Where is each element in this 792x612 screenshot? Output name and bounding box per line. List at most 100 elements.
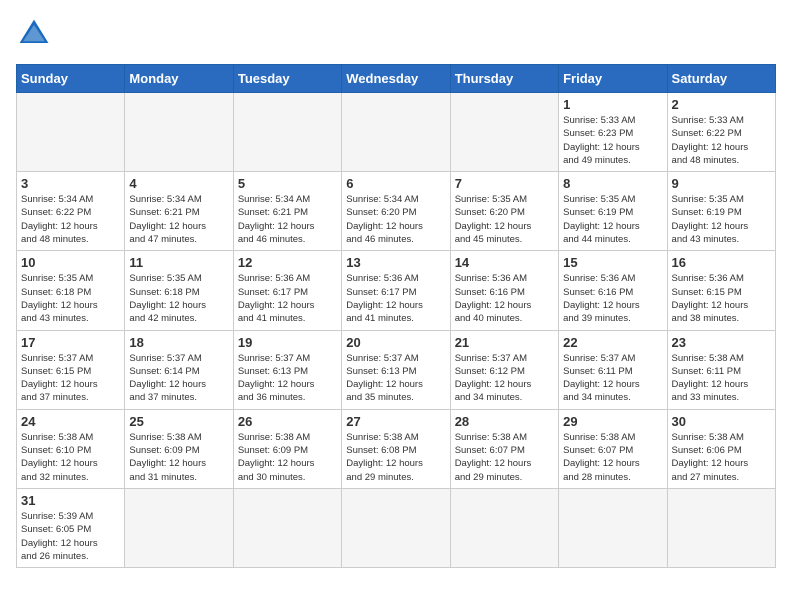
calendar-cell: 20 Sunrise: 5:37 AM Sunset: 6:13 PM Dayli… [342,330,450,409]
day-number: 30 [672,414,771,429]
day-number: 12 [238,255,337,270]
day-number: 8 [563,176,662,191]
calendar-cell: 8 Sunrise: 5:35 AM Sunset: 6:19 PM Daylig… [559,172,667,251]
day-number: 25 [129,414,228,429]
day-info: Sunrise: 5:36 AM Sunset: 6:15 PM Dayligh… [672,272,771,325]
calendar-cell: 1Sunrise: 5:33 AM Sunset: 6:23 PM Daylig… [559,93,667,172]
weekday-header-wednesday: Wednesday [342,65,450,93]
calendar-cell: 4Sunrise: 5:34 AM Sunset: 6:21 PM Daylig… [125,172,233,251]
day-info: Sunrise: 5:37 AM Sunset: 6:13 PM Dayligh… [238,352,337,405]
day-number: 6 [346,176,445,191]
day-number: 21 [455,335,554,350]
week-row-4: 17Sunrise: 5:37 AM Sunset: 6:15 PM Dayli… [17,330,776,409]
calendar-cell: 2 Sunrise: 5:33 AM Sunset: 6:22 PM Daylig… [667,93,775,172]
calendar-cell: 18Sunrise: 5:37 AM Sunset: 6:14 PM Dayli… [125,330,233,409]
day-info: Sunrise: 5:37 AM Sunset: 6:11 PM Dayligh… [563,352,662,405]
day-number: 20 [346,335,445,350]
day-number: 9 [672,176,771,191]
calendar-cell [233,93,341,172]
day-info: Sunrise: 5:36 AM Sunset: 6:16 PM Dayligh… [563,272,662,325]
calendar-cell [342,488,450,567]
day-number: 24 [21,414,120,429]
day-number: 3 [21,176,120,191]
calendar-cell: 3 Sunrise: 5:34 AM Sunset: 6:22 PM Daylig… [17,172,125,251]
calendar-cell: 26 Sunrise: 5:38 AM Sunset: 6:09 PM Dayli… [233,409,341,488]
calendar-cell: 6Sunrise: 5:34 AM Sunset: 6:20 PM Daylig… [342,172,450,251]
calendar-cell: 10Sunrise: 5:35 AM Sunset: 6:18 PM Dayli… [17,251,125,330]
calendar-cell: 19 Sunrise: 5:37 AM Sunset: 6:13 PM Dayli… [233,330,341,409]
weekday-header-row: SundayMondayTuesdayWednesdayThursdayFrid… [17,65,776,93]
calendar-cell: 30 Sunrise: 5:38 AM Sunset: 6:06 PM Dayli… [667,409,775,488]
day-info: Sunrise: 5:35 AM Sunset: 6:18 PM Dayligh… [129,272,228,325]
day-info: Sunrise: 5:38 AM Sunset: 6:10 PM Dayligh… [21,431,120,484]
calendar-cell [450,488,558,567]
calendar-cell: 28Sunrise: 5:38 AM Sunset: 6:07 PM Dayli… [450,409,558,488]
week-row-1: 1Sunrise: 5:33 AM Sunset: 6:23 PM Daylig… [17,93,776,172]
calendar-cell: 15 Sunrise: 5:36 AM Sunset: 6:16 PM Dayli… [559,251,667,330]
day-info: Sunrise: 5:37 AM Sunset: 6:12 PM Dayligh… [455,352,554,405]
calendar-cell: 24 Sunrise: 5:38 AM Sunset: 6:10 PM Dayli… [17,409,125,488]
day-info: Sunrise: 5:38 AM Sunset: 6:09 PM Dayligh… [129,431,228,484]
logo-icon [16,16,52,52]
calendar-cell [233,488,341,567]
day-info: Sunrise: 5:35 AM Sunset: 6:19 PM Dayligh… [672,193,771,246]
day-number: 10 [21,255,120,270]
day-number: 26 [238,414,337,429]
day-info: Sunrise: 5:38 AM Sunset: 6:07 PM Dayligh… [455,431,554,484]
calendar-cell [125,488,233,567]
day-number: 27 [346,414,445,429]
calendar-cell: 11Sunrise: 5:35 AM Sunset: 6:18 PM Dayli… [125,251,233,330]
day-info: Sunrise: 5:36 AM Sunset: 6:17 PM Dayligh… [346,272,445,325]
day-number: 14 [455,255,554,270]
header [16,16,776,52]
calendar-cell: 21 Sunrise: 5:37 AM Sunset: 6:12 PM Dayli… [450,330,558,409]
day-info: Sunrise: 5:35 AM Sunset: 6:20 PM Dayligh… [455,193,554,246]
day-info: Sunrise: 5:37 AM Sunset: 6:13 PM Dayligh… [346,352,445,405]
day-info: Sunrise: 5:38 AM Sunset: 6:11 PM Dayligh… [672,352,771,405]
calendar-cell [450,93,558,172]
week-row-5: 24 Sunrise: 5:38 AM Sunset: 6:10 PM Dayli… [17,409,776,488]
day-info: Sunrise: 5:39 AM Sunset: 6:05 PM Dayligh… [21,510,120,563]
calendar-cell: 14Sunrise: 5:36 AM Sunset: 6:16 PM Dayli… [450,251,558,330]
day-number: 19 [238,335,337,350]
week-row-3: 10 Sunrise: 5:35 AM Sunset: 6:18 PM Dayli… [17,251,776,330]
calendar-cell: 22 Sunrise: 5:37 AM Sunset: 6:11 PM Dayli… [559,330,667,409]
calendar-cell: 29Sunrise: 5:38 AM Sunset: 6:07 PM Dayli… [559,409,667,488]
calendar-cell: 16 Sunrise: 5:36 AM Sunset: 6:15 PM Dayli… [667,251,775,330]
weekday-header-sunday: Sunday [17,65,125,93]
day-info: Sunrise: 5:34 AM Sunset: 6:22 PM Dayligh… [21,193,120,246]
day-number: 29 [563,414,662,429]
day-info: Sunrise: 5:38 AM Sunset: 6:06 PM Dayligh… [672,431,771,484]
weekday-header-thursday: Thursday [450,65,558,93]
day-info: Sunrise: 5:37 AM Sunset: 6:14 PM Dayligh… [129,352,228,405]
day-number: 15 [563,255,662,270]
day-number: 23 [672,335,771,350]
calendar-cell: 23 Sunrise: 5:38 AM Sunset: 6:11 PM Dayli… [667,330,775,409]
day-number: 22 [563,335,662,350]
day-info: Sunrise: 5:33 AM Sunset: 6:22 PM Dayligh… [672,114,771,167]
day-info: Sunrise: 5:38 AM Sunset: 6:08 PM Dayligh… [346,431,445,484]
day-info: Sunrise: 5:38 AM Sunset: 6:09 PM Dayligh… [238,431,337,484]
calendar-cell: 13 Sunrise: 5:36 AM Sunset: 6:17 PM Dayli… [342,251,450,330]
day-number: 31 [21,493,120,508]
day-info: Sunrise: 5:36 AM Sunset: 6:17 PM Dayligh… [238,272,337,325]
calendar-cell: 27 Sunrise: 5:38 AM Sunset: 6:08 PM Dayli… [342,409,450,488]
day-number: 2 [672,97,771,112]
day-number: 1 [563,97,662,112]
calendar-cell: 12 Sunrise: 5:36 AM Sunset: 6:17 PM Dayli… [233,251,341,330]
calendar-table: SundayMondayTuesdayWednesdayThursdayFrid… [16,64,776,568]
weekday-header-friday: Friday [559,65,667,93]
calendar-cell [125,93,233,172]
day-number: 16 [672,255,771,270]
week-row-6: 31 Sunrise: 5:39 AM Sunset: 6:05 PM Dayli… [17,488,776,567]
day-number: 13 [346,255,445,270]
day-info: Sunrise: 5:35 AM Sunset: 6:19 PM Dayligh… [563,193,662,246]
calendar-cell: 17Sunrise: 5:37 AM Sunset: 6:15 PM Dayli… [17,330,125,409]
day-number: 5 [238,176,337,191]
calendar-cell: 5Sunrise: 5:34 AM Sunset: 6:21 PM Daylig… [233,172,341,251]
calendar-cell: 25 Sunrise: 5:38 AM Sunset: 6:09 PM Dayli… [125,409,233,488]
day-info: Sunrise: 5:34 AM Sunset: 6:21 PM Dayligh… [129,193,228,246]
weekday-header-tuesday: Tuesday [233,65,341,93]
week-row-2: 3 Sunrise: 5:34 AM Sunset: 6:22 PM Daylig… [17,172,776,251]
day-info: Sunrise: 5:37 AM Sunset: 6:15 PM Dayligh… [21,352,120,405]
